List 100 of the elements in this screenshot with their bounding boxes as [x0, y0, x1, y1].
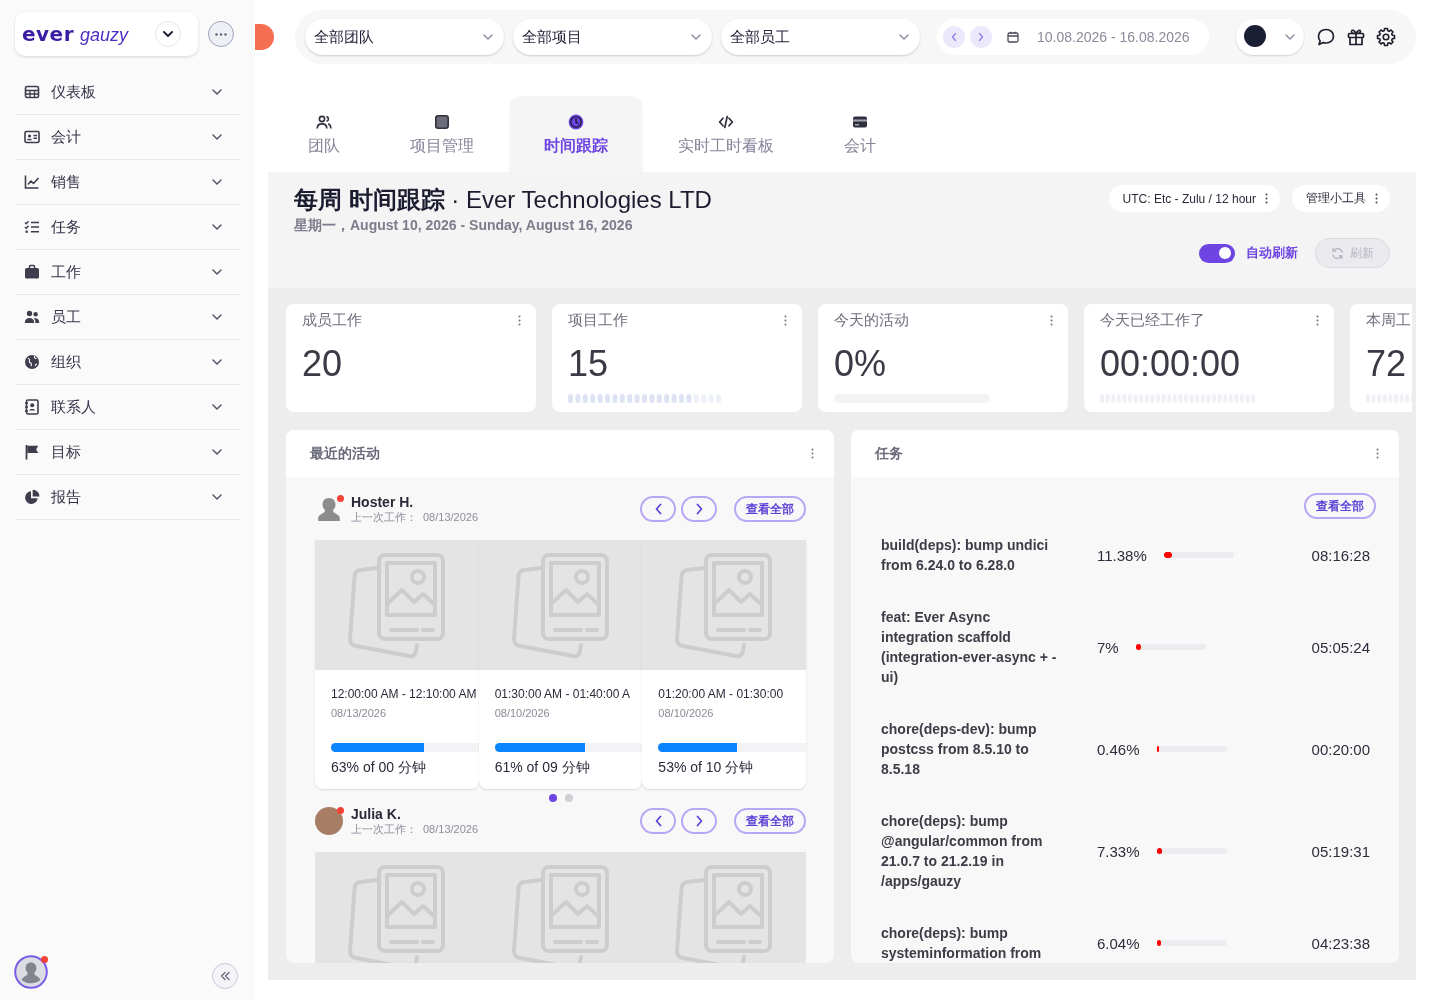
task-duration: 04:23:38 — [1311, 934, 1370, 952]
chevron-right-icon — [695, 815, 703, 827]
user-silhouette-icon — [315, 495, 343, 523]
last-worked-label: 上一次工作： — [351, 822, 417, 836]
chevron-right-icon — [978, 32, 984, 42]
more-vertical-icon[interactable] — [811, 448, 814, 459]
more-button[interactable] — [208, 21, 234, 47]
photos-icon — [674, 864, 775, 963]
users-icon — [316, 114, 332, 130]
pager-dot[interactable] — [564, 794, 573, 802]
sidebar-item[interactable]: 任务 — [15, 205, 240, 250]
task-percent: 6.04% — [1097, 934, 1140, 952]
brand-logo[interactable]: ever gauzy — [22, 22, 129, 46]
screenshot-thumbnail[interactable] — [642, 852, 806, 963]
checklist-icon — [24, 219, 40, 235]
tab[interactable]: 项目管理 — [375, 96, 509, 172]
task-name: feat: Ever Async integration scaffold (integration-ever-async + -ui) — [881, 608, 1058, 687]
sidebar-item[interactable]: 组织 — [15, 340, 240, 385]
flag-icon — [24, 444, 40, 460]
stat-title: 今天的活动 — [834, 310, 909, 330]
chevron-left-icon — [654, 815, 662, 827]
dropdown-button[interactable] — [155, 21, 181, 47]
stat-value: 15 — [568, 343, 610, 385]
stat-title: 项目工作 — [568, 310, 628, 330]
pager-dot[interactable] — [548, 794, 557, 802]
stat-title: 今天已经工作了 — [1100, 310, 1205, 330]
chevron-down-icon — [163, 31, 173, 37]
user-avatar — [315, 807, 343, 835]
more-vertical-icon[interactable] — [1376, 448, 1379, 459]
next-button[interactable] — [681, 808, 717, 834]
task-name: build(deps): bump undici from 6.24.0 to 6.28.0 — [881, 536, 1050, 575]
screenshot-card[interactable]: 01:20:00 AM - 01:30:00 08/10/2026 53% of 10 分钟 — [642, 540, 806, 789]
time-range-text: 12:00:00 AM - 12:10:00 AM — [331, 687, 478, 702]
activity-summary: 63% of 00 分钟 — [331, 758, 427, 776]
more-vertical-icon[interactable] — [1050, 314, 1053, 326]
code-icon — [718, 114, 734, 130]
filter-select[interactable]: 全部员工 — [721, 19, 920, 55]
tab[interactable]: 实时工时看板 — [643, 96, 809, 172]
task-name: chore(deps-dev): bump postcss from 8.5.10 to 8.5.18 — [881, 720, 1038, 779]
more-vertical-icon — [1265, 193, 1268, 204]
photos-icon — [510, 864, 611, 963]
chevron-down-icon — [1285, 34, 1295, 40]
task-percent: 0.46% — [1097, 740, 1140, 758]
more-vertical-icon[interactable] — [784, 314, 787, 326]
timezone-button[interactable]: UTC: Etc - Zulu / 12 hour — [1108, 185, 1280, 212]
line-chart-icon — [24, 174, 40, 190]
task-name: chore(deps): bump systeminformation from — [881, 924, 1043, 963]
view-all-button[interactable]: 查看全部 — [734, 808, 806, 834]
view-all-button[interactable]: 查看全部 — [734, 496, 806, 522]
task-duration: 05:19:31 — [1311, 842, 1370, 860]
sidebar-item[interactable]: 目标 — [15, 430, 240, 475]
collapse-sidebar-button[interactable] — [212, 963, 238, 989]
sidebar-item[interactable]: 联系人 — [15, 385, 240, 430]
activity-summary: 53% of 10 分钟 — [658, 758, 755, 776]
last-worked-label: 上一次工作： — [351, 510, 417, 524]
sidebar-item[interactable]: 仪表板 — [15, 70, 240, 115]
stat-value: 20 — [302, 343, 344, 385]
refresh-icon — [1331, 246, 1344, 260]
previous-button[interactable] — [640, 808, 676, 834]
more-vertical-icon[interactable] — [1316, 314, 1319, 326]
auto-refresh-toggle[interactable] — [1199, 243, 1235, 263]
profile-avatar-icon[interactable] — [14, 955, 48, 989]
more-horizontal-icon — [215, 32, 227, 36]
sidebar-item[interactable]: 员工 — [15, 295, 240, 340]
previous-button[interactable] — [640, 496, 676, 522]
screenshot-card[interactable]: 12:00:00 AM - 12:10:00 AM 08/13/2026 63% of 00 分钟 — [315, 540, 479, 789]
previous-week-button[interactable] — [943, 26, 965, 48]
chat-bubble-icon[interactable] — [1316, 27, 1336, 47]
date-range-text: 10.08.2026 - 16.08.2026 — [1037, 29, 1190, 45]
tab[interactable]: 时间跟踪 — [509, 96, 643, 172]
tab[interactable]: 团队 — [273, 96, 375, 172]
tab[interactable]: 会计 — [809, 96, 911, 172]
table-grid-icon — [24, 84, 40, 100]
manage-widgets-button[interactable]: 管理小工具 — [1292, 185, 1390, 212]
chevron-left-icon — [951, 32, 957, 42]
id-card-icon — [24, 129, 40, 145]
more-vertical-icon[interactable] — [518, 314, 521, 326]
settings-icon[interactable] — [1376, 27, 1396, 47]
calendar-icon — [1007, 31, 1019, 43]
next-week-button[interactable] — [970, 26, 992, 48]
task-name: chore(deps): bump @angular/common from 21.0.7 to 21.2.19 in /apps/gauzy — [881, 812, 1044, 891]
organization-select[interactable] — [1236, 19, 1304, 55]
chevron-down-icon — [691, 34, 701, 40]
task-duration: 08:16:28 — [1311, 546, 1370, 564]
view-all-button[interactable]: 查看全部 — [1304, 493, 1376, 519]
sidebar-item[interactable]: 工作 — [15, 250, 240, 295]
screenshot-card[interactable]: 01:30:00 AM - 01:40:00 A 08/10/2026 61% of 09 分钟 — [478, 540, 643, 789]
filter-select[interactable]: 全部团队 — [305, 19, 504, 55]
filter-select[interactable]: 全部项目 — [513, 19, 712, 55]
users-icon — [24, 309, 40, 325]
floating-action-button[interactable] — [255, 24, 274, 50]
gift-icon[interactable] — [1346, 27, 1366, 47]
screenshot-thumbnail[interactable] — [315, 852, 479, 963]
page-title: 每周 时间跟踪 · Ever Technologies LTD — [294, 185, 712, 215]
sidebar-item[interactable]: 销售 — [15, 160, 240, 205]
sidebar-item[interactable]: 报告 — [15, 475, 240, 520]
briefcase-icon — [24, 264, 40, 280]
sidebar-item[interactable]: 会计 — [15, 115, 240, 160]
task-percent: 7% — [1097, 638, 1119, 656]
next-button[interactable] — [681, 496, 717, 522]
